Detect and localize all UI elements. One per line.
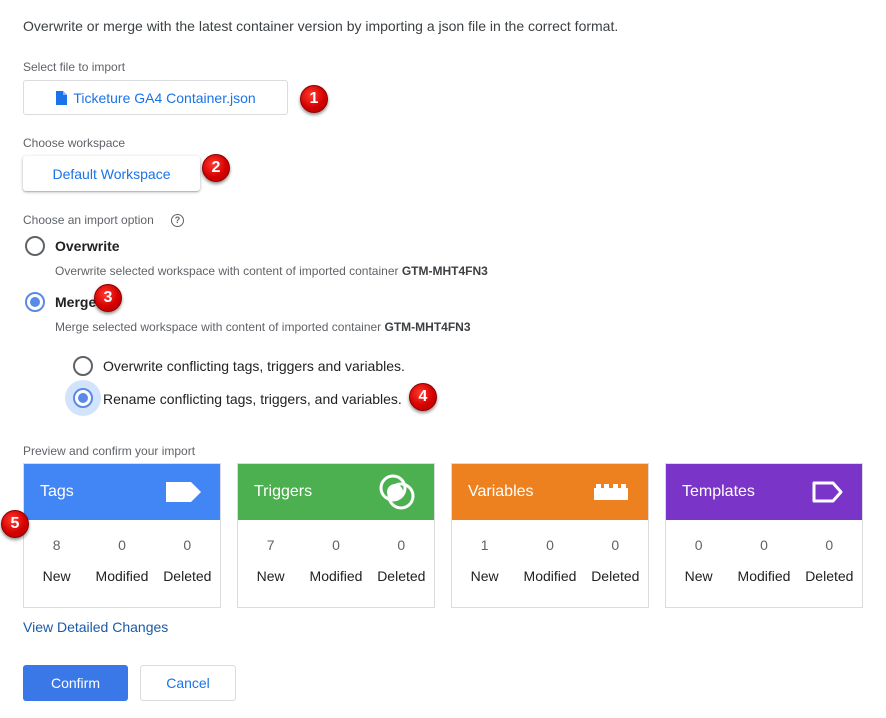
- callout-badge-2: 2: [202, 154, 230, 182]
- variables-new-caption: New: [470, 568, 499, 584]
- triggers-new-caption: New: [256, 568, 285, 584]
- workspace-name: Default Workspace: [52, 165, 171, 182]
- rename-conflicts-radio[interactable]: [73, 388, 93, 408]
- triggers-deleted-caption: Deleted: [377, 568, 426, 584]
- overwrite-desc-text: Overwrite selected workspace with conten…: [55, 264, 399, 278]
- overwrite-container-id: GTM-MHT4FN3: [401, 264, 488, 278]
- card-triggers: Triggers 7 New 0 Modified 0 Deleted: [237, 463, 435, 608]
- overwrite-conflicts-radio[interactable]: [73, 356, 93, 376]
- callout-badge-4: 4: [409, 383, 437, 411]
- templates-new-count: 0: [694, 537, 703, 553]
- triggers-deleted-count: 0: [397, 537, 406, 553]
- triggers-modified-count: 0: [332, 537, 340, 553]
- variables-deleted-caption: Deleted: [591, 568, 640, 584]
- templates-modified-count: 0: [760, 537, 768, 553]
- overwrite-desc: Overwrite selected workspace with conten…: [55, 264, 488, 278]
- overwrite-title: Overwrite: [55, 238, 120, 254]
- triggers-new-count: 7: [266, 537, 275, 553]
- callout-badge-3: 3: [94, 284, 122, 312]
- cancel-button[interactable]: Cancel: [140, 665, 236, 701]
- card-variables-title: Variables: [468, 483, 534, 500]
- triggers-modified-caption: Modified: [309, 568, 363, 584]
- tags-modified-caption: Modified: [95, 568, 149, 584]
- overwrite-radio[interactable]: [25, 236, 45, 256]
- view-detailed-changes-link[interactable]: View Detailed Changes: [23, 619, 168, 635]
- tags-deleted-count: 0: [183, 537, 192, 553]
- workspace-label: Choose workspace: [23, 136, 126, 150]
- card-tags-header: Tags: [24, 464, 220, 520]
- tags-deleted-caption: Deleted: [163, 568, 212, 584]
- card-templates: Templates 0 New 0 Modified 0 Deleted: [665, 463, 863, 608]
- workspace-button[interactable]: Default Workspace: [23, 156, 200, 191]
- trigger-icon: [379, 474, 415, 510]
- templates-modified-caption: Modified: [737, 568, 791, 584]
- variables-new-count: 1: [480, 537, 489, 553]
- merge-title: Merge: [55, 294, 97, 310]
- templates-new-caption: New: [684, 568, 713, 584]
- tags-modified-count: 0: [118, 537, 126, 553]
- card-variables-header: Variables: [452, 464, 648, 520]
- merge-container-id: GTM-MHT4FN3: [384, 320, 471, 334]
- intro-text: Overwrite or merge with the latest conta…: [23, 18, 619, 34]
- help-icon[interactable]: ?: [171, 214, 184, 227]
- import-option-label: Choose an import option: [23, 213, 154, 227]
- file-label: Select file to import: [23, 60, 126, 74]
- variables-deleted-count: 0: [611, 537, 620, 553]
- card-templates-title: Templates: [682, 483, 755, 500]
- tags-new-caption: New: [42, 568, 71, 584]
- merge-radio[interactable]: [25, 292, 45, 312]
- card-tags-title: Tags: [40, 483, 74, 500]
- callout-badge-5: 5: [1, 510, 29, 538]
- card-variables: Variables 1 New 0 Modified 0 Deleted: [451, 463, 649, 608]
- confirm-button[interactable]: Confirm: [23, 665, 128, 701]
- rename-conflicts-label: Rename conflicting tags, triggers, and v…: [103, 391, 402, 407]
- document-icon: [56, 90, 68, 105]
- file-select-button[interactable]: Ticketure GA4 Container.json: [23, 80, 288, 115]
- templates-deleted-caption: Deleted: [805, 568, 854, 584]
- merge-desc: Merge selected workspace with content of…: [55, 320, 471, 334]
- tags-new-count: 8: [52, 537, 61, 553]
- callout-badge-1: 1: [300, 85, 328, 113]
- variable-blocks-icon: [594, 484, 628, 500]
- preview-label: Preview and confirm your import: [23, 444, 196, 458]
- merge-desc-text: Merge selected workspace with content of…: [55, 320, 382, 334]
- template-tag-outline-icon: [812, 481, 843, 503]
- card-tags: Tags 8 New 0 Modified 0 Deleted: [23, 463, 221, 608]
- variables-modified-caption: Modified: [523, 568, 577, 584]
- card-triggers-header: Triggers: [238, 464, 434, 520]
- file-name: Ticketure GA4 Container.json: [73, 89, 256, 106]
- variables-modified-count: 0: [546, 537, 554, 553]
- tag-icon: [166, 482, 201, 502]
- card-templates-header: Templates: [666, 464, 862, 520]
- card-triggers-title: Triggers: [254, 483, 313, 500]
- templates-deleted-count: 0: [825, 537, 834, 553]
- overwrite-conflicts-label: Overwrite conflicting tags, triggers and…: [103, 358, 405, 374]
